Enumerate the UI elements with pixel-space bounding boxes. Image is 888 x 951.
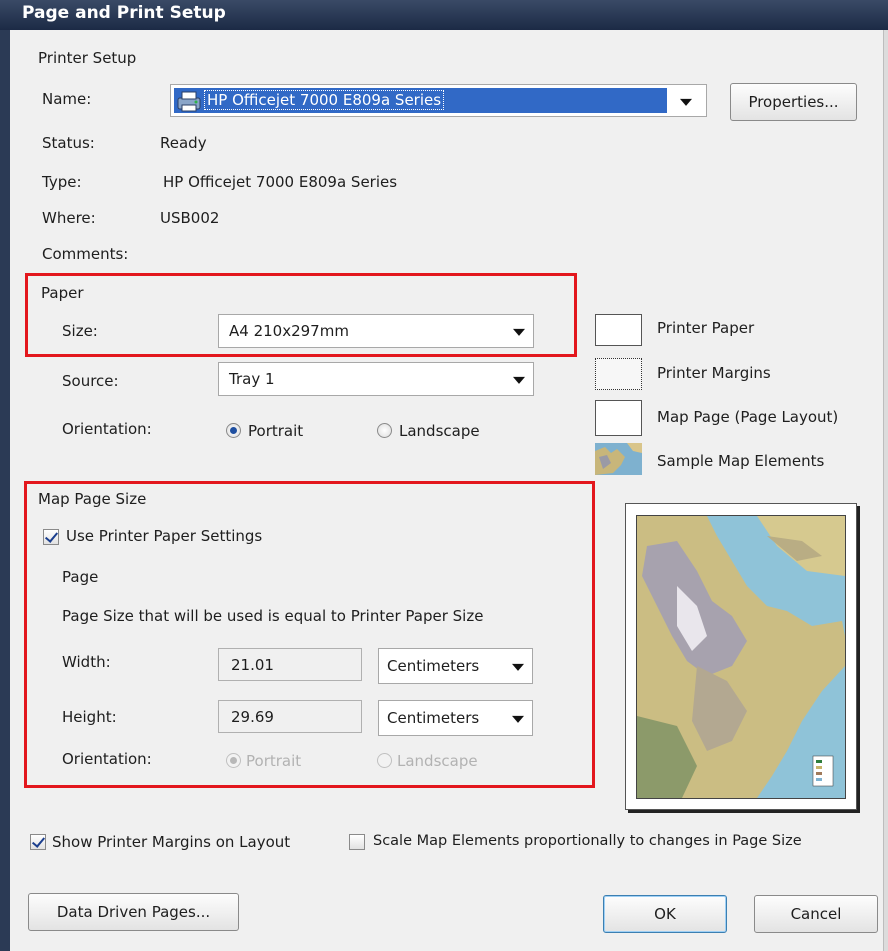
ok-button[interactable]: OK: [603, 895, 727, 933]
width-field[interactable]: 21.01: [218, 648, 362, 681]
window-left-border: [0, 30, 10, 951]
chevron-down-icon[interactable]: [512, 715, 524, 723]
height-field[interactable]: 29.69: [218, 700, 362, 733]
paper-orientation-label: Orientation:: [62, 420, 152, 438]
comments-label: Comments:: [42, 245, 129, 263]
width-label: Width:: [62, 653, 111, 671]
show-printer-margins-label[interactable]: Show Printer Margins on Layout: [52, 833, 290, 851]
cancel-button[interactable]: Cancel: [754, 895, 878, 933]
window-right-border: [883, 30, 888, 951]
type-value: HP Officejet 7000 E809a Series: [163, 173, 398, 191]
printer-paper-swatch: [595, 314, 642, 346]
chevron-down-icon[interactable]: [513, 376, 525, 384]
legend-printer-paper: Printer Paper: [657, 319, 755, 337]
window-title: Page and Print Setup: [22, 3, 226, 23]
height-unit-combo[interactable]: Centimeters: [378, 700, 533, 736]
paper-size-label: Size:: [62, 322, 98, 340]
sample-map-elements-swatch: [595, 443, 642, 475]
scale-map-elements-label[interactable]: Scale Map Elements proportionally to cha…: [373, 833, 802, 849]
page-size-note: Page Size that will be used is equal to …: [62, 607, 484, 625]
paper-landscape-label[interactable]: Landscape: [399, 422, 480, 440]
paper-heading: Paper: [41, 284, 84, 302]
chevron-down-icon[interactable]: [680, 98, 692, 106]
status-label: Status:: [42, 134, 95, 152]
page-heading: Page: [62, 568, 99, 586]
paper-source-combo[interactable]: Tray 1: [218, 362, 534, 396]
legend-map-page: Map Page (Page Layout): [657, 408, 839, 426]
paper-landscape-radio[interactable]: [377, 423, 392, 438]
paper-portrait-radio[interactable]: [226, 423, 241, 438]
preview-map: [636, 515, 846, 799]
paper-source-value: Tray 1: [229, 370, 275, 388]
paper-source-label: Source:: [62, 372, 119, 390]
page-preview: [625, 503, 857, 810]
width-value: 21.01: [231, 655, 274, 674]
where-value: USB002: [160, 209, 220, 227]
printer-icon: [176, 89, 202, 117]
map-landscape-radio[interactable]: [377, 753, 392, 768]
paper-size-combo[interactable]: A4 210x297mm: [218, 314, 534, 348]
width-unit-value: Centimeters: [387, 657, 480, 675]
map-portrait-radio[interactable]: [226, 753, 241, 768]
where-label: Where:: [42, 209, 96, 227]
chevron-down-icon[interactable]: [512, 663, 524, 671]
use-printer-paper-checkbox[interactable]: [43, 529, 59, 545]
map-landscape-label[interactable]: Landscape: [397, 752, 478, 770]
properties-button[interactable]: Properties...: [730, 83, 857, 121]
status-value: Ready: [160, 134, 207, 152]
width-unit-combo[interactable]: Centimeters: [378, 648, 533, 684]
printer-margins-swatch: [595, 358, 642, 390]
map-orientation-label: Orientation:: [62, 750, 152, 768]
map-page-size-heading: Map Page Size: [38, 490, 147, 508]
map-page-swatch: [595, 400, 642, 436]
printer-setup-heading: Printer Setup: [38, 49, 137, 67]
printer-name-value: HP Officejet 7000 E809a Series: [204, 90, 445, 110]
scale-map-elements-checkbox[interactable]: [349, 834, 365, 850]
chevron-down-icon[interactable]: [513, 328, 525, 336]
map-portrait-label[interactable]: Portrait: [246, 752, 301, 770]
height-label: Height:: [62, 708, 117, 726]
paper-size-value: A4 210x297mm: [229, 322, 349, 340]
type-label: Type:: [42, 173, 82, 191]
legend-printer-margins: Printer Margins: [657, 364, 771, 382]
use-printer-paper-label[interactable]: Use Printer Paper Settings: [66, 527, 262, 545]
legend-sample-map-elements: Sample Map Elements: [657, 452, 825, 470]
data-driven-pages-button[interactable]: Data Driven Pages...: [28, 893, 239, 931]
show-printer-margins-checkbox[interactable]: [30, 834, 46, 850]
name-label: Name:: [42, 90, 92, 108]
height-value: 29.69: [231, 707, 274, 726]
paper-portrait-label[interactable]: Portrait: [248, 422, 303, 440]
height-unit-value: Centimeters: [387, 709, 480, 727]
printer-name-combo[interactable]: HP Officejet 7000 E809a Series: [170, 84, 707, 117]
